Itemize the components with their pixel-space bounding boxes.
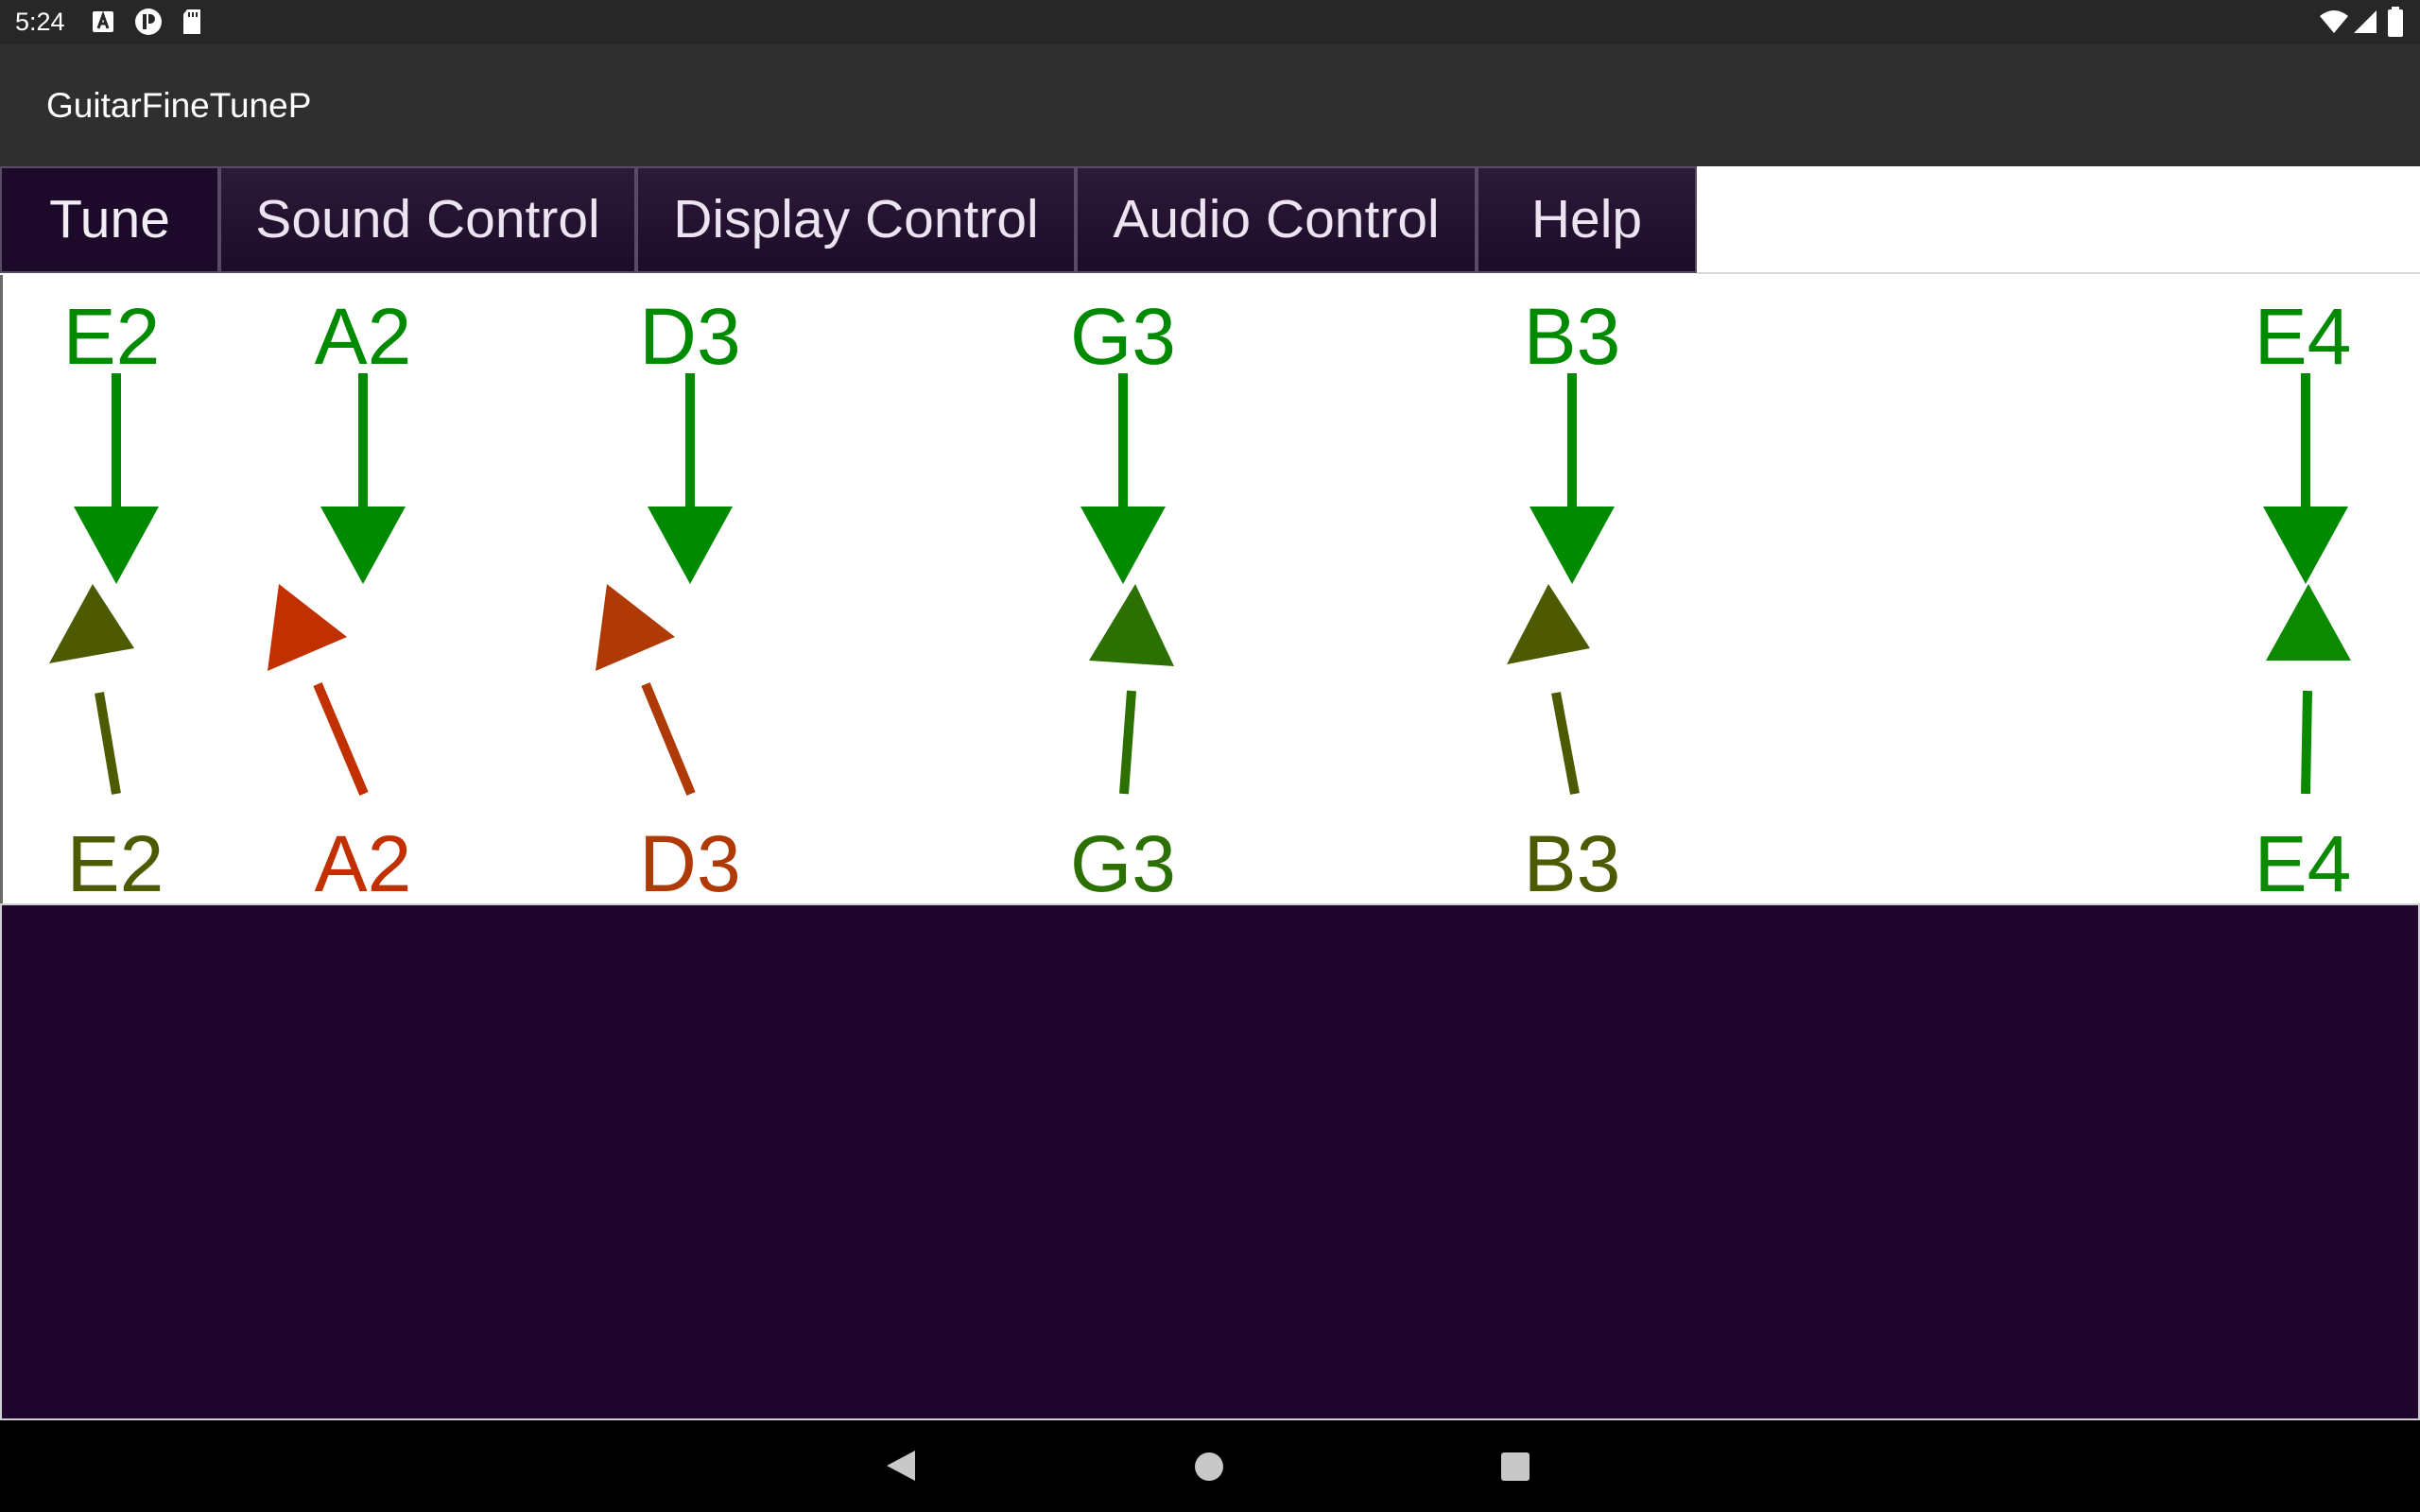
target-arrow-g3-icon <box>1080 373 1166 584</box>
tab-help[interactable]: Help <box>1477 166 1697 273</box>
back-icon[interactable] <box>885 1449 917 1483</box>
tuner-display: E2 A2 D3 G3 B3 E4 E2 A2 D3 G3 B3 E4 <box>0 275 2420 903</box>
battery-icon <box>2388 7 2403 37</box>
cell-signal-icon <box>2354 10 2377 33</box>
target-arrow-b3-icon <box>1530 373 1615 584</box>
a-notification-icon <box>93 10 113 32</box>
sd-card-icon <box>183 9 200 34</box>
tuner-arrows <box>49 373 2351 796</box>
detected-arrow-d3-icon <box>596 584 696 796</box>
wifi-icon <box>2320 10 2348 33</box>
target-arrow-a2-icon <box>320 373 406 584</box>
target-arrow-e2-icon <box>74 373 159 584</box>
target-arrow-d3-icon <box>648 373 733 584</box>
detected-arrow-e2-icon <box>49 584 134 795</box>
navigation-bar <box>0 1420 2420 1512</box>
detected-arrow-a2-icon <box>268 584 369 796</box>
status-bar: 5:24 <box>0 0 2420 44</box>
tab-bar: Tune Sound Control Display Control Audio… <box>0 166 2420 275</box>
tab-tune[interactable]: Tune <box>0 166 219 273</box>
tab-sound-control[interactable]: Sound Control <box>219 166 636 273</box>
detected-arrow-b3-icon <box>1507 584 1590 795</box>
waveform-panel <box>0 903 2420 1420</box>
status-time: 5:24 <box>15 8 65 36</box>
app-title: GuitarFineTuneP <box>46 86 312 125</box>
p-notification-icon <box>135 9 162 35</box>
tab-divider <box>1697 272 2420 274</box>
app-bar: GuitarFineTuneP <box>0 44 2420 166</box>
home-icon[interactable] <box>1194 1452 1224 1482</box>
recents-icon[interactable] <box>1501 1452 1530 1481</box>
tab-audio-control[interactable]: Audio Control <box>1076 166 1477 273</box>
detected-arrow-g3-icon <box>1089 584 1174 795</box>
detected-arrow-e4-icon <box>2266 584 2351 795</box>
target-arrow-e4-icon <box>2263 373 2348 584</box>
tab-display-control[interactable]: Display Control <box>636 166 1076 273</box>
